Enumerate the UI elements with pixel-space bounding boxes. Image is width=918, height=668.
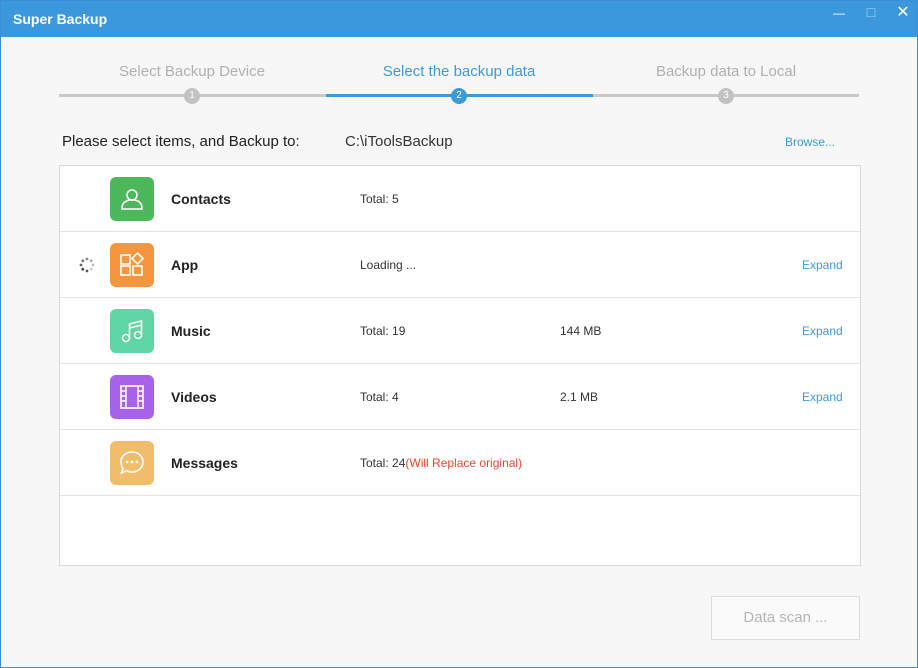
expand-videos-link[interactable]: Expand bbox=[802, 390, 843, 404]
expand-app-link[interactable]: Expand bbox=[802, 258, 843, 272]
item-name: Contacts bbox=[171, 191, 231, 207]
destination-path: C:\iToolsBackup bbox=[345, 133, 453, 150]
item-total: Total: 5 bbox=[360, 192, 399, 206]
window-title: Super Backup bbox=[13, 11, 108, 27]
step-2-label: Select the backup data bbox=[382, 63, 536, 80]
title-bar: Super Backup — ☐ ✕ bbox=[1, 1, 917, 37]
list-item-contacts[interactable]: Contacts Total: 5 bbox=[60, 166, 860, 232]
super-backup-window: Super Backup — ☐ ✕ Select Backup Device … bbox=[0, 0, 918, 668]
step-1-label: Select Backup Device bbox=[119, 63, 265, 80]
item-total: Total: 4 bbox=[360, 390, 399, 404]
loading-spinner-icon bbox=[79, 257, 95, 273]
item-name: App bbox=[171, 257, 199, 273]
list-item-music[interactable]: Music Total: 19 144 MB Expand bbox=[60, 298, 860, 364]
backup-items-list: Contacts Total: 5 App Loading ... Expand… bbox=[59, 165, 861, 566]
step-2-dot: 2 bbox=[451, 88, 467, 104]
item-total: Loading ... bbox=[360, 258, 417, 272]
step-3-dot: 3 bbox=[718, 88, 734, 104]
list-item-messages[interactable]: Messages Total: 24(Will Replace original… bbox=[60, 430, 860, 496]
step-3-label: Backup data to Local bbox=[655, 63, 797, 80]
apps-icon bbox=[110, 243, 154, 287]
item-name: Messages bbox=[171, 455, 238, 471]
close-button[interactable]: ✕ bbox=[893, 5, 913, 21]
music-note-icon bbox=[110, 309, 154, 353]
film-icon bbox=[110, 375, 154, 419]
maximize-button[interactable]: ☐ bbox=[861, 5, 881, 21]
item-size: 2.1 MB bbox=[560, 390, 599, 404]
destination-label: Please select items, and Backup to: bbox=[62, 133, 300, 150]
list-item-videos[interactable]: Videos Total: 4 2.1 MB Expand bbox=[60, 364, 860, 430]
expand-music-link[interactable]: Expand bbox=[802, 324, 843, 338]
item-total: Total: 24(Will Replace original) bbox=[360, 456, 523, 470]
step-1-dot: 1 bbox=[184, 88, 200, 104]
browse-link[interactable]: Browse... bbox=[785, 135, 835, 149]
list-item-app[interactable]: App Loading ... Expand bbox=[60, 232, 860, 298]
data-scan-button[interactable]: Data scan ... bbox=[711, 596, 860, 640]
replace-warning: (Will Replace original) bbox=[405, 456, 523, 470]
chat-bubble-icon bbox=[110, 441, 154, 485]
item-name: Music bbox=[171, 323, 211, 339]
contact-icon bbox=[110, 177, 154, 221]
backup-destination: Please select items, and Backup to: C:\i… bbox=[62, 133, 842, 153]
wizard-steps: Select Backup Device Select the backup d… bbox=[59, 59, 859, 109]
minimize-button[interactable]: — bbox=[829, 5, 849, 21]
item-size: 144 MB bbox=[560, 324, 602, 338]
item-name: Videos bbox=[171, 389, 217, 405]
item-total: Total: 19 bbox=[360, 324, 406, 338]
